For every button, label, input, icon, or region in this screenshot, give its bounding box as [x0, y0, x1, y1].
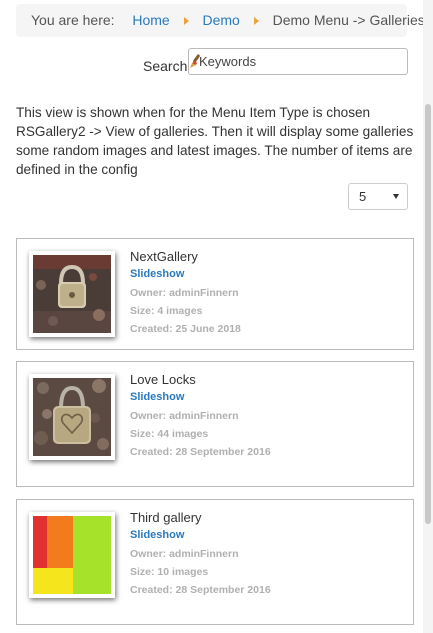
slideshow-link[interactable]: Slideshow [130, 268, 184, 280]
gallery-item: Third gallery Slideshow Owner: adminFinn… [16, 499, 414, 625]
padlock-photo-icon [33, 255, 111, 333]
search-input[interactable] [188, 48, 408, 75]
breadcrumb-home-link[interactable]: Home [132, 12, 169, 28]
limit-select[interactable]: 5 [348, 183, 408, 210]
breadcrumb-divider-icon [183, 17, 189, 26]
gallery-created: Created: 28 September 2016 [130, 584, 271, 596]
heart-padlock-photo-icon [33, 378, 111, 456]
slideshow-link[interactable]: Slideshow [130, 391, 184, 403]
gallery-size: Size: 44 images [130, 428, 209, 440]
gallery-item: NextGallery Slideshow Owner: adminFinner… [16, 238, 414, 350]
scrollbar[interactable] [423, 0, 433, 633]
gallery-size: Size: 10 images [130, 566, 209, 578]
chevron-down-icon [393, 194, 399, 199]
gallery-created: Created: 25 June 2018 [130, 323, 241, 335]
breadcrumb-current: Demo Menu -> Galleries [272, 12, 425, 28]
breadcrumb-prefix: You are here: [31, 12, 115, 28]
gallery-thumbnail[interactable] [29, 374, 115, 460]
gallery-created: Created: 28 September 2016 [130, 446, 271, 458]
gallery-thumbnail[interactable] [29, 251, 115, 337]
gallery-title[interactable]: Third gallery [130, 510, 202, 525]
intro-text: This view is shown when for the Menu Ite… [16, 105, 414, 177]
gallery-size: Size: 4 images [130, 305, 203, 317]
gallery-title[interactable]: NextGallery [130, 249, 198, 264]
gallery-owner: Owner: adminFinnern [130, 548, 239, 560]
scrollbar-thumb[interactable] [425, 104, 431, 524]
gallery-title[interactable]: Love Locks [130, 372, 196, 387]
breadcrumb-divider-icon [253, 17, 259, 26]
slideshow-link[interactable]: Slideshow [130, 529, 184, 541]
search-label: Search [143, 58, 188, 74]
gallery-thumbnail[interactable] [29, 512, 115, 598]
gallery-owner: Owner: adminFinnern [130, 287, 239, 299]
color-blocks-icon [33, 516, 111, 594]
breadcrumb: You are here: Home Demo Demo Menu -> Gal… [16, 4, 425, 37]
breadcrumb-demo-link[interactable]: Demo [202, 12, 239, 28]
gallery-owner: Owner: adminFinnern [130, 410, 239, 422]
brush-icon [190, 54, 200, 68]
limit-select-value: 5 [359, 189, 367, 204]
gallery-item: Love Locks Slideshow Owner: adminFinnern… [16, 361, 414, 487]
